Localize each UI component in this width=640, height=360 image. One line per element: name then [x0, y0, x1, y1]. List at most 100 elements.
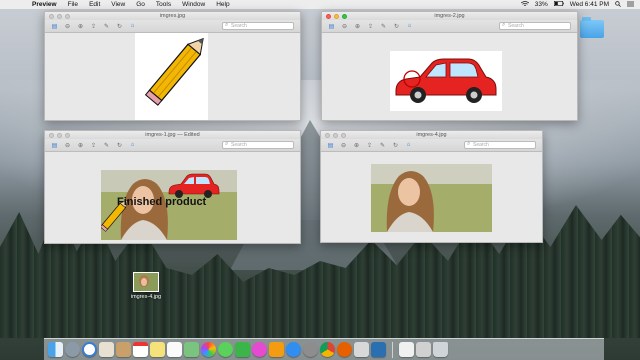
window-titlebar[interactable]: imgres-1.jpg — Edited	[45, 131, 300, 139]
markup-toolbox-icon[interactable]: ⌂	[129, 142, 136, 148]
markup-pen-icon[interactable]: ✎	[380, 23, 387, 30]
close-button[interactable]	[49, 13, 54, 19]
downloads-stack-icon[interactable]	[399, 342, 414, 357]
preview-window-imgres[interactable]: imgres.jpg ▤ ⊖ ⊕ ⇪ ✎ ↻ ⌂ Search	[44, 11, 301, 121]
image-canvas[interactable]	[371, 164, 492, 232]
image-canvas[interactable]: Finished product	[101, 170, 237, 240]
zoom-button[interactable]	[65, 132, 70, 138]
menu-help[interactable]: Help	[216, 1, 229, 8]
rotate-icon[interactable]: ↻	[393, 23, 400, 30]
preview-icon[interactable]	[354, 342, 369, 357]
mail-icon[interactable]	[99, 342, 114, 357]
app-store-icon[interactable]	[286, 342, 301, 357]
rotate-icon[interactable]: ↻	[392, 142, 399, 149]
desktop-file[interactable]: imgres-4.jpg	[128, 272, 164, 300]
zoom-button[interactable]	[342, 13, 347, 19]
menu-file[interactable]: File	[68, 1, 78, 8]
pencil-icon	[144, 37, 204, 106]
close-button[interactable]	[49, 132, 54, 138]
maps-icon[interactable]	[184, 342, 199, 357]
system-preferences-icon[interactable]	[303, 342, 318, 357]
trash-icon[interactable]	[433, 342, 448, 357]
minimize-button[interactable]	[334, 13, 339, 19]
zoom-out-icon[interactable]: ⊖	[341, 23, 348, 30]
zoom-out-icon[interactable]: ⊖	[64, 142, 71, 149]
image-canvas[interactable]	[390, 51, 502, 111]
minimize-button[interactable]	[333, 132, 338, 138]
launchpad-icon[interactable]	[65, 342, 80, 357]
share-icon[interactable]: ⇪	[366, 142, 373, 149]
preview-window-imgres-4[interactable]: imgres-4.jpg ▤ ⊖ ⊕ ⇪ ✎ ↻ ⌂ Search	[320, 130, 543, 243]
share-icon[interactable]: ⇪	[367, 23, 374, 30]
preview-window-imgres-1[interactable]: imgres-1.jpg — Edited ▤ ⊖ ⊕ ⇪ ✎ ↻ ⌂ Sear…	[44, 130, 301, 244]
reminders-icon[interactable]	[167, 342, 182, 357]
menu-go[interactable]: Go	[136, 1, 145, 8]
markup-toolbox-icon[interactable]: ⌂	[405, 142, 412, 148]
contacts-icon[interactable]	[116, 342, 131, 357]
search-field[interactable]: Search	[222, 141, 294, 149]
zoom-in-icon[interactable]: ⊕	[77, 142, 84, 149]
zoom-in-icon[interactable]: ⊕	[77, 23, 84, 30]
markup-toolbox-icon[interactable]: ⌂	[129, 23, 136, 29]
zoom-button[interactable]	[65, 13, 70, 19]
menu-tools[interactable]: Tools	[156, 1, 171, 8]
window-title: imgres-4.jpg	[416, 132, 447, 138]
search-field[interactable]: Search	[464, 141, 536, 149]
close-button[interactable]	[326, 13, 331, 19]
battery-percent[interactable]: 33%	[535, 1, 548, 8]
wifi-icon[interactable]	[520, 0, 529, 9]
finder-icon[interactable]	[48, 342, 63, 357]
zoom-button[interactable]	[341, 132, 346, 138]
window-titlebar[interactable]: imgres-4.jpg	[321, 131, 542, 139]
preview-window-imgres-2[interactable]: imgres-2.jpg ▤ ⊖ ⊕ ⇪ ✎ ↻ ⌂ Search	[321, 11, 578, 121]
markup-pen-icon[interactable]: ✎	[379, 142, 386, 149]
battery-icon[interactable]	[553, 1, 564, 8]
safari-icon[interactable]	[82, 342, 97, 357]
rotate-icon[interactable]: ↻	[116, 142, 123, 149]
share-icon[interactable]: ⇪	[90, 23, 97, 30]
menubar-clock[interactable]: Wed 6:41 PM	[570, 1, 609, 8]
sidebar-icon[interactable]: ▤	[327, 142, 334, 149]
sidebar-icon[interactable]: ▤	[51, 142, 58, 149]
window-titlebar[interactable]: imgres-2.jpg	[322, 12, 577, 20]
menu-app-name[interactable]: Preview	[32, 1, 57, 8]
notification-center-icon[interactable]	[627, 1, 634, 9]
finished-product-label[interactable]: Finished product	[117, 196, 206, 208]
facetime-icon[interactable]	[235, 342, 250, 357]
messages-icon[interactable]	[218, 342, 233, 357]
zoom-in-icon[interactable]: ⊕	[353, 142, 360, 149]
itunes-icon[interactable]	[252, 342, 267, 357]
zoom-in-icon[interactable]: ⊕	[354, 23, 361, 30]
markup-pen-icon[interactable]: ✎	[103, 142, 110, 149]
minimize-button[interactable]	[57, 132, 62, 138]
zoom-out-icon[interactable]: ⊖	[340, 142, 347, 149]
desktop-folder-icon[interactable]	[580, 17, 604, 38]
other-app-icon[interactable]	[371, 342, 386, 357]
markup-pen-icon[interactable]: ✎	[103, 23, 110, 30]
window-content: Finished product	[45, 152, 300, 243]
notes-icon[interactable]	[150, 342, 165, 357]
menu-edit[interactable]: Edit	[89, 1, 100, 8]
rotate-icon[interactable]: ↻	[116, 23, 123, 30]
sidebar-icon[interactable]: ▤	[328, 23, 335, 30]
ibooks-icon[interactable]	[269, 342, 284, 357]
desktop-file-thumbnail-icon	[133, 272, 159, 292]
window-titlebar[interactable]: imgres.jpg	[45, 12, 300, 20]
menu-window[interactable]: Window	[182, 1, 205, 8]
menu-view[interactable]: View	[111, 1, 125, 8]
search-field[interactable]: Search	[499, 22, 571, 30]
close-button[interactable]	[325, 132, 330, 138]
minimize-button[interactable]	[57, 13, 62, 19]
photos-icon[interactable]	[201, 342, 216, 357]
zoom-out-icon[interactable]: ⊖	[64, 23, 71, 30]
image-canvas[interactable]	[135, 33, 208, 120]
spotlight-icon[interactable]	[615, 0, 621, 9]
sidebar-icon[interactable]: ▤	[51, 23, 58, 30]
markup-toolbox-icon[interactable]: ⌂	[406, 23, 413, 29]
chrome-icon[interactable]	[320, 342, 335, 357]
share-icon[interactable]: ⇪	[90, 142, 97, 149]
calendar-icon[interactable]	[133, 342, 148, 357]
documents-stack-icon[interactable]	[416, 342, 431, 357]
search-field[interactable]: Search	[222, 22, 294, 30]
firefox-icon[interactable]	[337, 342, 352, 357]
